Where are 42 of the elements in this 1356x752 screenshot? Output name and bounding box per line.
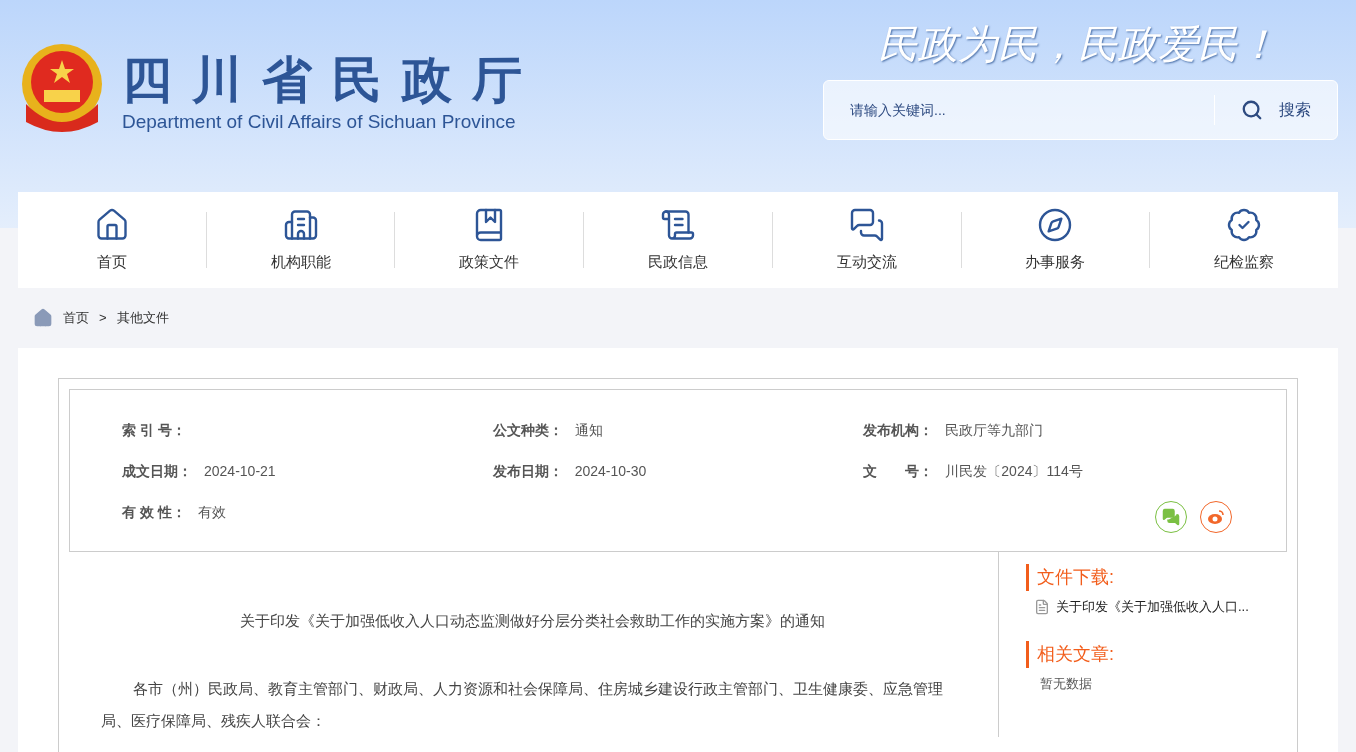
empty-message: 暂无数据 <box>1039 674 1093 693</box>
article-title: 关于印发《关于加强低收入人口动态监测做好分层分类社会救助工作的实施方案》的通知 <box>239 611 826 631</box>
eye-swirl-icon <box>1207 509 1225 525</box>
meta-value: 2024-10-30 <box>574 462 647 481</box>
meta-value: 通知 <box>574 421 603 440</box>
meta-value: 民政厅等九部门 <box>945 421 1044 440</box>
meta-label: 发布机构： <box>863 421 934 440</box>
document-icon <box>1034 598 1050 615</box>
nav-item[interactable]: 机构职能 <box>206 206 395 274</box>
meta-value: 2024-10-21 <box>204 462 276 481</box>
article-paragraph: 各市（州）民政局、教育主管部门、财政局、人力资源和社会保障局、住房城乡建设行政主管部门、卫生健康委、应急管理局、医疗保障局、残疾人联合会： <box>101 678 944 731</box>
search-field[interactable]: 请输入关键词... 搜索 <box>823 80 1338 140</box>
file-download-link[interactable]: 关于印发《关于加强低收入人口... <box>1026 597 1287 617</box>
search-icon <box>1241 99 1263 121</box>
meta-value: 有效 <box>197 503 226 522</box>
breadcrumb-link[interactable]: 其他文件 <box>116 308 169 328</box>
search-button[interactable]: 搜索 <box>1215 98 1337 122</box>
nav-icon <box>1037 206 1074 243</box>
nav-icon <box>1226 206 1263 243</box>
meta-label: 发布日期： <box>492 462 563 481</box>
nav-item[interactable]: 首页 <box>18 206 206 274</box>
site-subtitle: Department of Civil Affairs of Sichuan Province <box>122 110 517 134</box>
home-icon <box>33 308 53 328</box>
meta-value: 川民发〔2024〕114号 <box>945 462 1083 481</box>
chat-bubbles-icon <box>1162 508 1180 526</box>
sidebar-heading: 相关文章: <box>1026 640 1287 668</box>
nav-item[interactable]: 办事服务 <box>961 206 1150 274</box>
nav-item[interactable]: 民政信息 <box>584 206 772 274</box>
breadcrumb-link[interactable]: 首页 <box>63 308 89 328</box>
meta-label: 成文日期： <box>122 462 192 481</box>
meta-label: 公文种类： <box>492 421 563 440</box>
site-title: 四川省民政厅 <box>122 52 542 108</box>
slogan: 民政为民，民政爱民！ <box>878 20 1278 69</box>
meta-label: 文 号： <box>863 462 934 481</box>
meta-label: 有 效 性： <box>122 503 186 522</box>
sidebar-heading: 文件下载: <box>1026 564 1287 591</box>
nav-icon <box>848 206 885 243</box>
nav-item[interactable]: 互动交流 <box>772 206 961 274</box>
nav-item[interactable]: 政策文件 <box>395 206 584 274</box>
breadcrumb-separator: > <box>99 309 107 328</box>
nav-item[interactable]: 纪检监察 <box>1150 206 1339 274</box>
meta-label: 索 引 号： <box>122 421 186 440</box>
